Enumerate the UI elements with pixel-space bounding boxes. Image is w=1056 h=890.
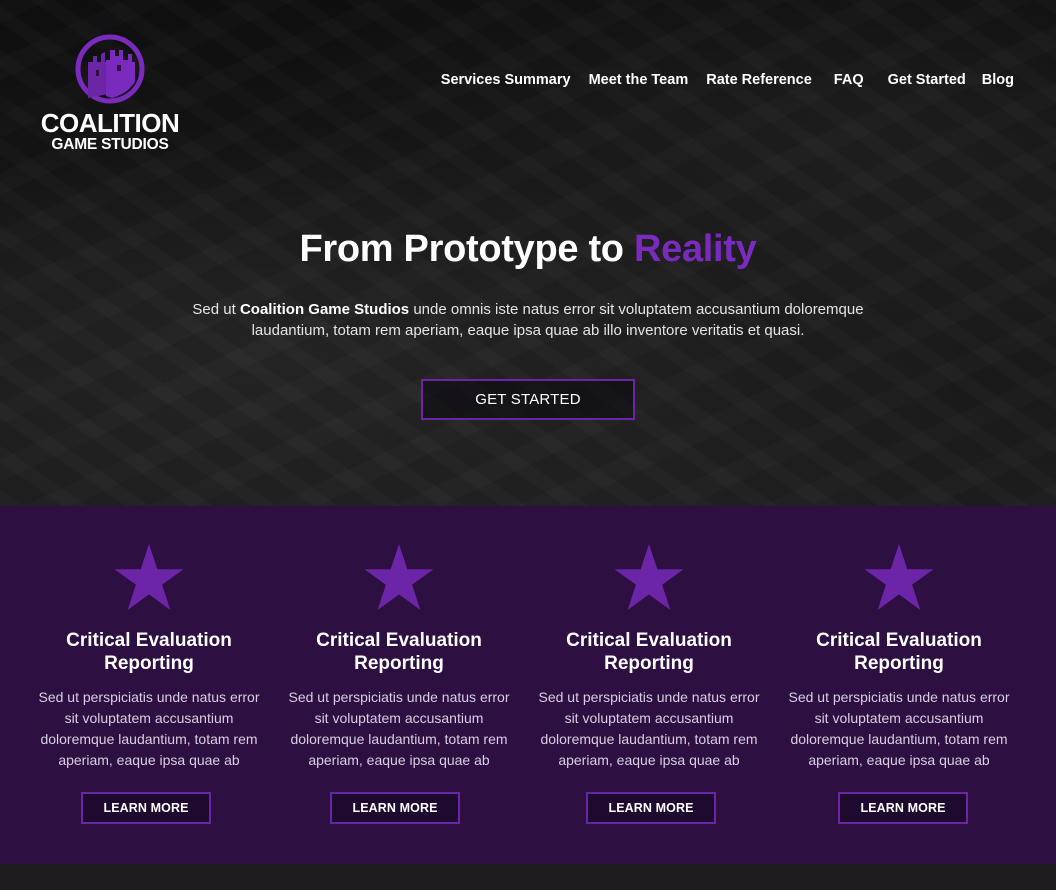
feature-title: Critical Evaluation Reporting — [816, 630, 982, 674]
features-section: Critical Evaluation Reporting Sed ut per… — [0, 506, 1056, 864]
feature-description: Sed ut perspiciatis unde natus error sit… — [288, 689, 510, 768]
main-nav: Services Summary Meet the Team Rate Refe… — [441, 70, 1014, 90]
hero-title-accent: Reality — [633, 228, 757, 270]
nav-faq[interactable]: FAQ — [812, 70, 864, 90]
feature-title: Critical Evaluation Reporting — [316, 630, 482, 674]
feature-title: Critical Evaluation Reporting — [66, 630, 232, 674]
learn-more-button[interactable]: LEARN MORE — [81, 792, 211, 824]
star-icon — [614, 544, 684, 610]
nav-services-summary[interactable]: Services Summary — [441, 70, 571, 90]
feature-description: Sed ut perspiciatis unde natus error sit… — [538, 689, 760, 768]
hero-desc-pre: Sed ut — [192, 301, 240, 318]
logo-name-line1: COALITION — [40, 108, 180, 138]
star-icon — [864, 544, 934, 610]
site-logo[interactable]: COALITION GAME STUDIOS — [40, 32, 180, 154]
castle-emblem-icon — [75, 34, 145, 104]
nav-rate-reference[interactable]: Rate Reference — [688, 70, 812, 90]
get-started-button[interactable]: GET STARTED — [421, 379, 635, 420]
hero-title: From Prototype to Reality — [0, 228, 1056, 271]
feature-description: Sed ut perspiciatis unde natus error sit… — [38, 689, 260, 768]
nav-blog[interactable]: Blog — [966, 70, 1014, 90]
hero-description: Sed ut Coalition Game Studios unde omnis… — [178, 299, 878, 341]
feature-description: Sed ut perspiciatis unde natus error sit… — [788, 689, 1010, 768]
hero-title-main: From Prototype to — [299, 228, 634, 270]
footer-strip — [0, 864, 1056, 890]
learn-more-button[interactable]: LEARN MORE — [330, 792, 460, 824]
star-icon — [114, 544, 184, 610]
star-icon — [364, 544, 434, 610]
nav-get-started[interactable]: Get Started — [864, 70, 966, 90]
learn-more-button[interactable]: LEARN MORE — [586, 792, 716, 824]
feature-title: Critical Evaluation Reporting — [566, 630, 732, 674]
nav-meet-the-team[interactable]: Meet the Team — [571, 70, 689, 90]
hero-desc-brand: Coalition Game Studios — [239, 301, 410, 318]
hero-section: COALITION GAME STUDIOS Services Summary … — [0, 0, 1056, 506]
learn-more-button[interactable]: LEARN MORE — [838, 792, 968, 824]
logo-name-line2: GAME STUDIOS — [51, 136, 169, 153]
